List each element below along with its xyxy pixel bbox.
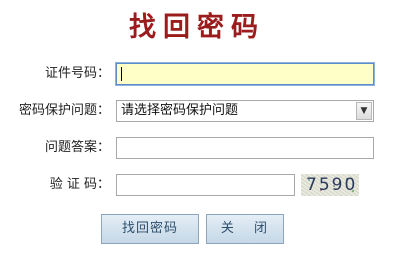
close-button[interactable]: 关 闭 bbox=[206, 214, 284, 244]
id-number-label: 证件号码： bbox=[44, 66, 110, 81]
text-caret bbox=[121, 67, 122, 81]
captcha-input[interactable] bbox=[116, 174, 295, 196]
page-title: 找回密码 bbox=[129, 12, 265, 43]
answer-input[interactable] bbox=[116, 137, 374, 159]
security-question-selected: 请选择密码保护问题 bbox=[121, 103, 239, 118]
security-question-select[interactable]: 请选择密码保护问题 ▼ bbox=[116, 100, 374, 122]
captcha-image[interactable]: 7590 bbox=[301, 174, 359, 196]
answer-label: 问题答案： bbox=[44, 140, 110, 155]
captcha-label: 验 证 码： bbox=[49, 177, 110, 192]
captcha-code: 7590 bbox=[306, 175, 358, 195]
id-number-input[interactable] bbox=[116, 63, 374, 85]
security-question-label: 密码保护问题： bbox=[18, 103, 110, 118]
find-password-page: 找回密码 证件号码： 密码保护问题： 请选择密码保护问题 ▼ 问题答案： 验 证… bbox=[0, 0, 394, 262]
find-password-button[interactable]: 找回密码 bbox=[101, 214, 199, 244]
chevron-down-icon[interactable]: ▼ bbox=[356, 102, 372, 120]
